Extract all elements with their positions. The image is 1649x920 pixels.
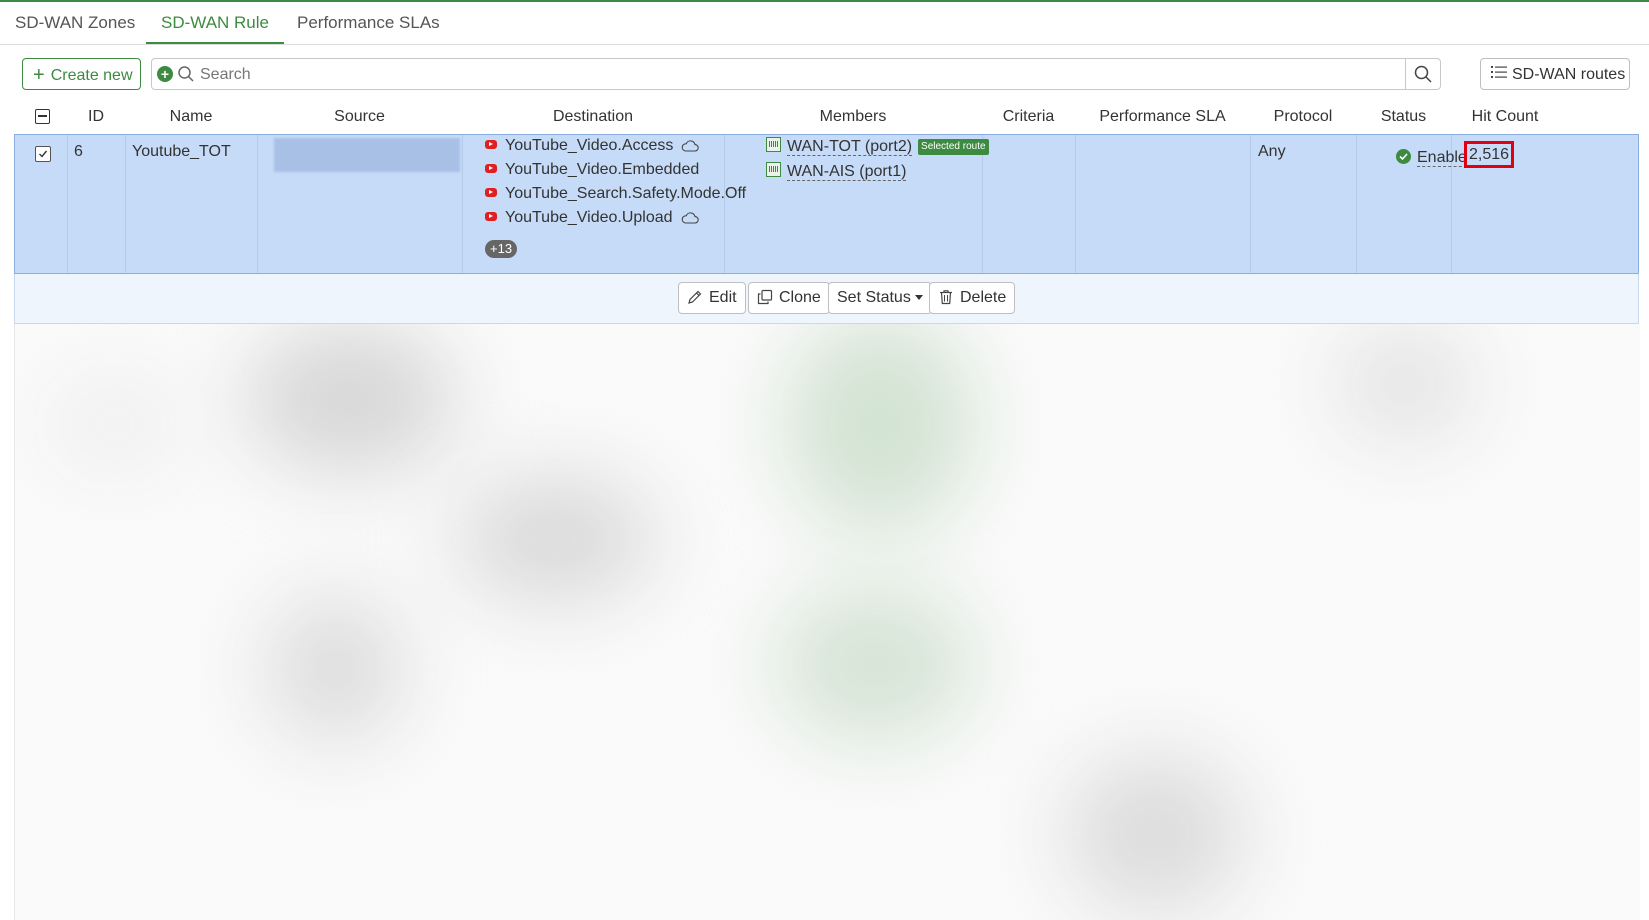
delete-label: Delete [960, 289, 1007, 306]
column-separator [257, 135, 258, 273]
column-header-members[interactable]: Members [724, 100, 982, 134]
trash-icon [940, 290, 952, 305]
check-icon [39, 150, 48, 158]
column-separator [1250, 135, 1251, 273]
tab-bar: SD-WAN Zones SD-WAN Rule Performance SLA… [0, 2, 1649, 45]
column-header-name[interactable]: Name [125, 100, 257, 134]
hit-count[interactable]: 2,516 [1464, 141, 1514, 168]
column-header-source[interactable]: Source [257, 100, 462, 134]
tab-sdwan-rule[interactable]: SD-WAN Rule [146, 2, 284, 44]
column-header-performance-sla[interactable]: Performance SLA [1075, 100, 1250, 134]
member-label: WAN-AIS (port1) [787, 163, 907, 181]
column-separator [462, 135, 463, 273]
set-status-dropdown[interactable]: Set Status [828, 282, 932, 314]
youtube-icon [485, 164, 497, 173]
column-header-destination[interactable]: Destination [462, 100, 724, 134]
destination-item[interactable]: YouTube_Video.Embedded [485, 158, 699, 182]
select-all-checkbox[interactable] [35, 109, 50, 124]
sdwan-routes-label: SD-WAN routes [1512, 66, 1626, 84]
member-item[interactable]: WAN-TOT (port2) Selected route [766, 135, 989, 159]
column-separator [67, 135, 68, 273]
youtube-icon [485, 212, 497, 221]
column-header-hit-count[interactable]: Hit Count [1451, 100, 1559, 134]
caret-down-icon [914, 295, 923, 300]
member-item[interactable]: WAN-AIS (port1) [766, 160, 907, 184]
port-icon [766, 137, 781, 152]
destination-label: YouTube_Video.Embedded [505, 161, 700, 178]
destination-label: YouTube_Search.Safety.Mode.Off [505, 185, 747, 202]
row-id: 6 [74, 143, 83, 160]
row-name: Youtube_TOT [132, 143, 231, 160]
search-icon [1414, 65, 1432, 83]
search-submit-button[interactable] [1405, 59, 1440, 89]
column-separator [1356, 135, 1357, 273]
toolbar: + Create new + SD-WAN routes [0, 58, 1649, 92]
cloud-icon [681, 208, 699, 232]
row-action-bar: Edit Clone Set Status Delete [14, 274, 1639, 324]
port-icon [766, 162, 781, 177]
delete-button[interactable]: Delete [929, 282, 1016, 314]
table-row[interactable]: 6 Youtube_TOT YouTube_Video.Access YouTu… [14, 134, 1639, 274]
search-box: + [151, 58, 1441, 90]
column-header-criteria[interactable]: Criteria [982, 100, 1075, 134]
selected-route-badge: Selected route [918, 139, 989, 155]
status-label: Enable [1417, 149, 1467, 167]
youtube-icon [485, 188, 497, 197]
tab-sdwan-zones[interactable]: SD-WAN Zones [0, 2, 150, 43]
destination-item[interactable]: YouTube_Search.Safety.Mode.Off [485, 182, 746, 206]
row-checkbox[interactable] [35, 146, 51, 162]
pencil-icon [688, 290, 702, 304]
add-filter-icon[interactable]: + [157, 66, 173, 82]
destination-item[interactable]: YouTube_Video.Access [485, 134, 700, 160]
tab-performance-slas[interactable]: Performance SLAs [282, 2, 455, 43]
member-label: WAN-TOT (port2) [787, 138, 913, 156]
search-input[interactable] [198, 62, 1382, 88]
plus-icon: + [33, 64, 45, 86]
edit-label: Edit [709, 289, 737, 306]
column-header-id[interactable]: ID [67, 100, 125, 134]
clone-label: Clone [779, 289, 821, 306]
youtube-icon [485, 140, 497, 149]
clone-button[interactable]: Clone [748, 282, 830, 314]
source-redacted [274, 138, 460, 172]
destination-label: YouTube_Video.Upload [505, 209, 673, 226]
column-separator [1075, 135, 1076, 273]
create-new-button[interactable]: + Create new [22, 58, 141, 90]
destination-item[interactable]: YouTube_Video.Upload [485, 206, 699, 230]
create-new-label: Create new [50, 67, 133, 84]
sdwan-routes-button[interactable]: SD-WAN routes [1480, 58, 1630, 90]
blurred-table-area [14, 324, 1640, 920]
list-icon [1491, 59, 1507, 91]
cloud-icon [681, 136, 700, 160]
search-icon [177, 65, 195, 87]
destination-label: YouTube_Video.Access [505, 137, 674, 154]
column-separator [125, 135, 126, 273]
row-status[interactable]: Enable [1396, 149, 1467, 167]
destination-more-badge[interactable]: +13 [485, 240, 518, 258]
set-status-label: Set Status [837, 289, 911, 306]
check-circle-icon [1396, 149, 1411, 164]
edit-button[interactable]: Edit [678, 282, 746, 314]
column-header-protocol[interactable]: Protocol [1250, 100, 1356, 134]
table-header: ID Name Source Destination Members Crite… [14, 100, 1639, 134]
column-header-status[interactable]: Status [1356, 100, 1451, 134]
row-protocol: Any [1258, 143, 1286, 160]
clone-icon [757, 289, 773, 305]
